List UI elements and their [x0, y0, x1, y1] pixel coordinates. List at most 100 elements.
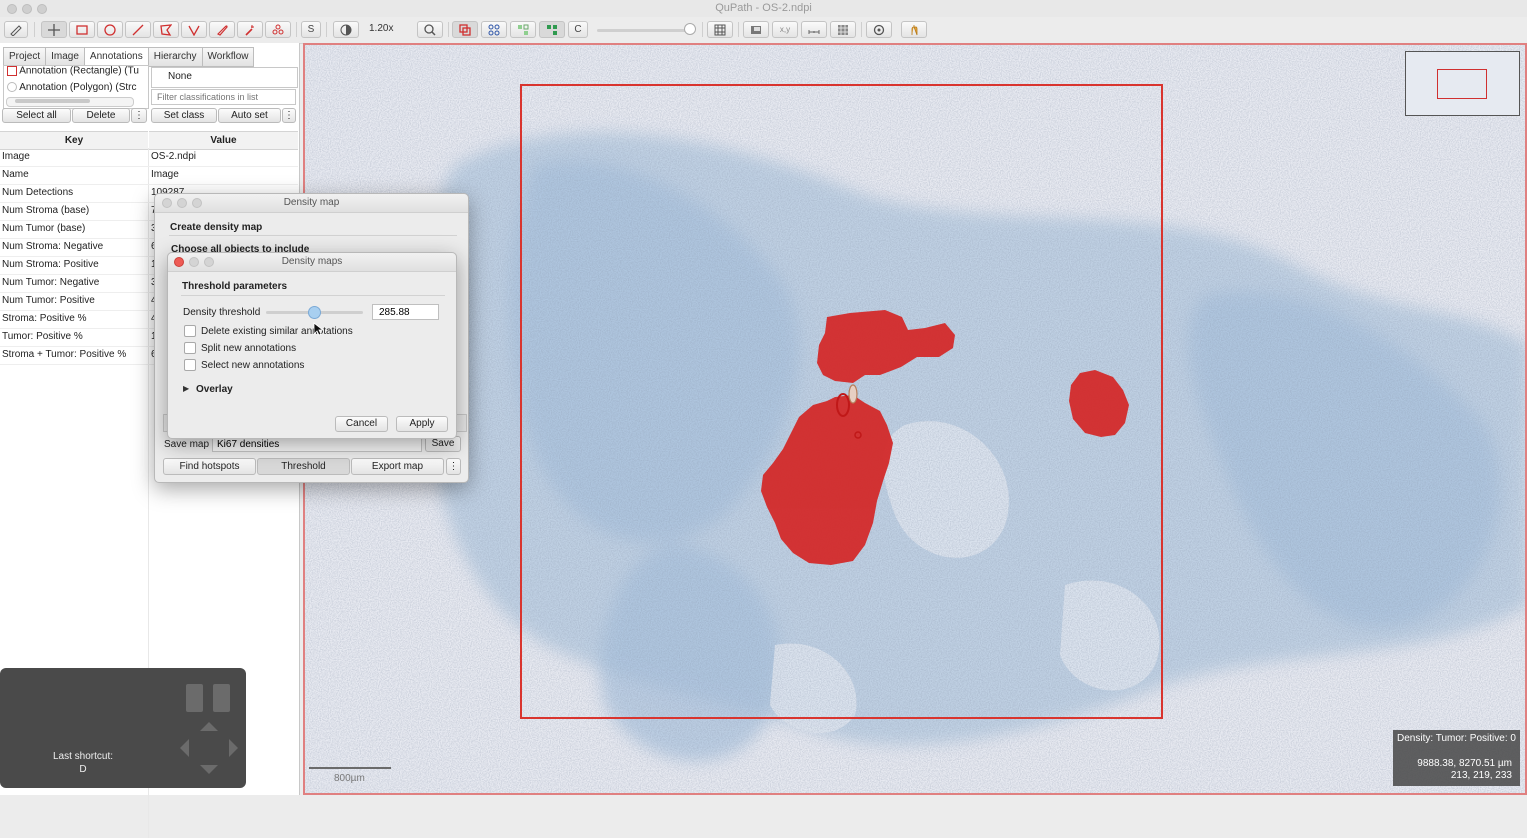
fill-detections-icon — [547, 24, 557, 35]
opacity-slider-thumb[interactable] — [684, 23, 696, 35]
slide-image — [305, 45, 1525, 793]
show-annotations-button[interactable] — [452, 21, 478, 38]
move-icon — [48, 23, 60, 36]
class-item-none[interactable]: None — [168, 71, 192, 82]
row-key: Stroma + Tumor: Positive % — [2, 349, 127, 360]
close-dialog-button[interactable] — [174, 257, 184, 267]
zoom-to-fit-button[interactable] — [417, 21, 443, 38]
density-threshold-label: Density threshold — [183, 307, 261, 318]
set-class-button[interactable]: Set class — [151, 108, 217, 123]
shortcut-label: Last shortcut: D — [52, 751, 114, 775]
slider-thumb[interactable] — [308, 306, 321, 319]
overview-viewport[interactable] — [1437, 69, 1487, 99]
show-connections-button[interactable]: C — [568, 21, 588, 38]
threshold-parameters-heading: Threshold parameters — [182, 281, 288, 292]
show-scalebar-button[interactable] — [801, 21, 827, 38]
overlay-section[interactable]: Overlay — [196, 384, 233, 395]
tab-image[interactable]: Image — [45, 47, 84, 67]
class-options-button[interactable]: ⋮ — [282, 108, 296, 123]
mouse-cursor-icon — [313, 322, 323, 336]
classification-list[interactable]: None — [151, 67, 298, 88]
fill-detections-button[interactable] — [539, 21, 565, 38]
tab-project[interactable]: Project — [3, 47, 46, 67]
overview-thumbnail[interactable] — [1405, 51, 1520, 116]
opacity-slider-track[interactable] — [597, 29, 691, 32]
list-item[interactable]: Annotation (Rectangle) (Tu — [7, 66, 139, 77]
select-all-button[interactable]: Select all — [2, 108, 71, 123]
minimize-dialog-button[interactable] — [189, 257, 199, 267]
polygon-tool-button[interactable] — [153, 21, 179, 38]
shortcut-overlay: Last shortcut: D — [0, 668, 246, 788]
polyline-icon — [188, 25, 200, 36]
zoom-icon — [424, 23, 436, 36]
find-hotspots-button[interactable]: Find hotspots — [163, 458, 256, 475]
rectangle-tool-button[interactable] — [69, 21, 95, 38]
list-item[interactable]: Annotation (Polygon) (Strc — [7, 82, 137, 95]
density-threshold-slider[interactable] — [266, 306, 363, 319]
delete-existing-checkbox[interactable] — [184, 325, 196, 337]
split-annotations-label: Split new annotations — [201, 343, 297, 354]
polyline-tool-button[interactable] — [181, 21, 207, 38]
threshold-button[interactable]: Threshold — [257, 458, 350, 475]
show-overview-button[interactable] — [743, 21, 769, 38]
row-value: OS-2.ndpi — [151, 151, 197, 162]
close-dialog-button[interactable] — [162, 198, 172, 208]
select-annotations-checkbox[interactable] — [184, 359, 196, 371]
zoom-dialog-button[interactable] — [204, 257, 214, 267]
row-key: Name — [2, 169, 29, 180]
show-location-button[interactable]: x,y — [772, 21, 798, 38]
shortcut-key: D — [79, 764, 87, 775]
annotations-icon — [459, 23, 471, 36]
tab-annotations[interactable]: Annotations — [83, 47, 148, 67]
scale-bar — [309, 767, 391, 769]
list-scrollbar[interactable] — [6, 97, 134, 107]
density-map-options-button[interactable]: ⋮ — [446, 458, 461, 475]
tma-icon — [488, 24, 500, 35]
annotation-list[interactable]: Annotation (Rectangle) (Tu Annotation (P… — [3, 65, 149, 109]
delete-button[interactable]: Delete — [72, 108, 130, 123]
image-viewer[interactable] — [303, 43, 1527, 795]
move-tool-button[interactable] — [41, 21, 67, 38]
points-tool-button[interactable] — [265, 21, 291, 38]
tab-hierarchy[interactable]: Hierarchy — [147, 47, 202, 67]
toggle-panel-button[interactable] — [4, 21, 28, 38]
show-detections-button[interactable] — [510, 21, 536, 38]
selected-annotation[interactable] — [848, 384, 858, 404]
brush-tool-button[interactable] — [209, 21, 235, 38]
apply-button[interactable]: Apply — [396, 416, 448, 432]
create-density-map-heading: Create density map — [170, 222, 263, 233]
table-row[interactable]: Image OS-2.ndpi — [0, 148, 298, 167]
panel-tabs: Project Image Annotations Hierarchy Work… — [3, 47, 255, 67]
expand-arrow-icon[interactable]: ▶ — [183, 384, 189, 393]
main-toolbar: S 1.20x C x,y — [0, 17, 1527, 44]
row-key: Image — [2, 151, 30, 162]
pixel-grid-icon — [838, 24, 848, 35]
tab-workflow[interactable]: Workflow — [201, 47, 255, 67]
selection-mode-button[interactable]: S — [301, 21, 321, 38]
wand-tool-button[interactable] — [237, 21, 263, 38]
select-annotations-label: Select new annotations — [201, 360, 305, 371]
line-tool-button[interactable] — [125, 21, 151, 38]
ellipse-tool-button[interactable] — [97, 21, 123, 38]
show-pixel-grid-button[interactable] — [830, 21, 856, 38]
minimize-dialog-button[interactable] — [177, 198, 187, 208]
preferences-button[interactable] — [866, 21, 892, 38]
zoom-dialog-button[interactable] — [192, 198, 202, 208]
density-threshold-input[interactable] — [372, 304, 439, 320]
export-map-button[interactable]: Export map — [351, 458, 444, 475]
auto-set-button[interactable]: Auto set — [218, 108, 281, 123]
density-readout: Density: Tumor: Positive: 0 — [1397, 733, 1516, 744]
script-runner-button[interactable] — [901, 21, 927, 38]
more-options-button[interactable]: ⋮ — [131, 108, 147, 123]
cancel-button[interactable]: Cancel — [335, 416, 388, 432]
split-annotations-checkbox[interactable] — [184, 342, 196, 354]
title-bar: QuPath - OS-2.ndpi — [0, 0, 1527, 18]
show-tma-grid-button[interactable] — [481, 21, 507, 38]
wand-icon — [245, 24, 254, 36]
class-filter-input[interactable] — [151, 89, 296, 105]
table-row[interactable]: Name Image — [0, 166, 298, 185]
row-key: Num Tumor: Positive — [2, 295, 95, 306]
brightness-contrast-button[interactable] — [333, 21, 359, 38]
show-grid-button[interactable] — [707, 21, 733, 38]
row-key: Num Tumor (base) — [2, 223, 86, 234]
